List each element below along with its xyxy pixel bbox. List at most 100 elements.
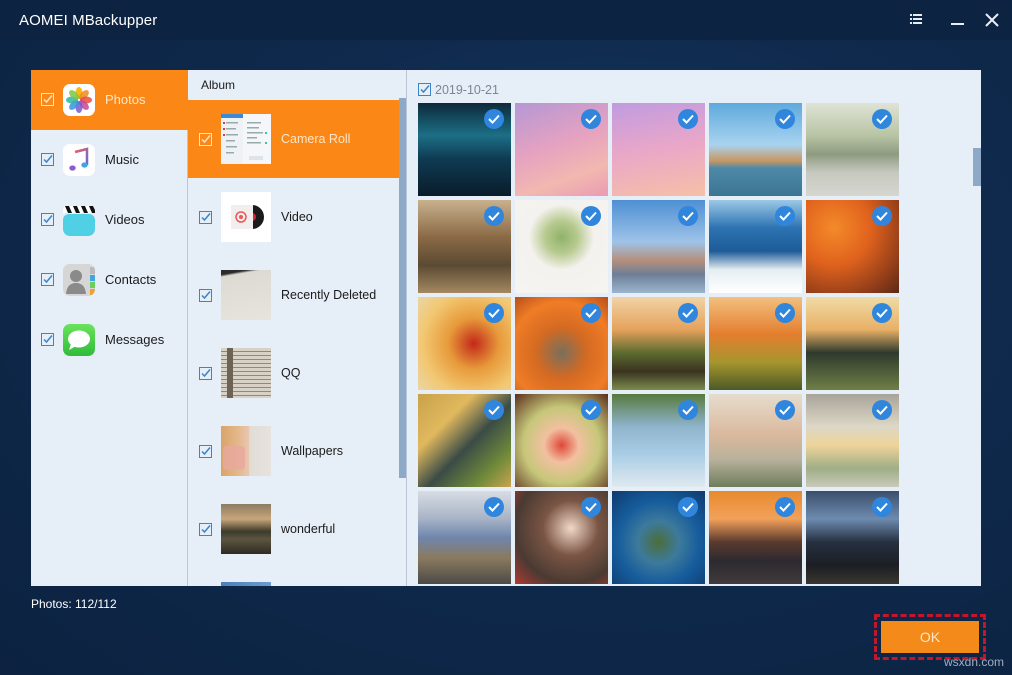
photo-thumbnail[interactable] <box>806 297 899 390</box>
photo-thumbnail[interactable] <box>515 297 608 390</box>
photo-thumbnail[interactable] <box>612 297 705 390</box>
photo-thumbnail[interactable] <box>515 200 608 293</box>
selected-check-icon[interactable] <box>678 303 698 323</box>
checkbox-checked-icon[interactable] <box>199 211 212 224</box>
menu-list-icon <box>910 14 922 24</box>
photo-thumbnail[interactable] <box>418 103 511 196</box>
title-bar: AOMEI MBackupper <box>0 0 1012 40</box>
category-label: Music <box>105 152 139 167</box>
album-item-wonderful[interactable]: wonderful <box>188 490 399 568</box>
photo-thumbnail[interactable] <box>612 491 705 584</box>
album-item-camera-roll[interactable]: Camera Roll <box>188 100 399 178</box>
photo-thumbnail[interactable] <box>709 394 802 487</box>
photo-scrollbar[interactable] <box>973 148 981 186</box>
album-scrollbar[interactable] <box>399 98 406 478</box>
album-item-recently-deleted[interactable]: Recently Deleted <box>188 256 399 334</box>
photo-thumbnail[interactable] <box>806 394 899 487</box>
checkbox-checked-icon[interactable] <box>199 289 212 302</box>
photo-thumbnail[interactable] <box>418 200 511 293</box>
category-item-contacts[interactable]: Contacts <box>31 250 188 310</box>
album-item-wallpapers[interactable]: Wallpapers <box>188 412 399 490</box>
category-item-music[interactable]: Music <box>31 130 188 190</box>
album-item-partial[interactable] <box>188 568 399 586</box>
selected-check-icon[interactable] <box>872 400 892 420</box>
ok-highlight: OK <box>874 614 986 660</box>
close-icon <box>985 13 999 27</box>
category-list: Photos Music Videos Contacts Messages <box>31 70 188 586</box>
selected-check-icon[interactable] <box>872 497 892 517</box>
photo-thumbnail[interactable] <box>418 297 511 390</box>
selected-check-icon[interactable] <box>775 497 795 517</box>
selection-panel: Photos Music Videos Contacts Messages Al… <box>31 70 981 586</box>
selected-check-icon[interactable] <box>581 400 601 420</box>
checkbox-checked-icon[interactable] <box>41 93 54 106</box>
checkbox-checked-icon[interactable] <box>41 153 54 166</box>
selected-check-icon[interactable] <box>775 109 795 129</box>
selected-check-icon[interactable] <box>872 206 892 226</box>
photo-thumbnail[interactable] <box>515 394 608 487</box>
photo-thumbnail[interactable] <box>806 200 899 293</box>
category-item-photos[interactable]: Photos <box>31 70 188 130</box>
photo-thumbnail[interactable] <box>806 103 899 196</box>
category-label: Contacts <box>105 272 157 287</box>
selected-check-icon[interactable] <box>581 497 601 517</box>
close-button[interactable] <box>980 8 1004 32</box>
checkbox-checked-icon[interactable] <box>41 213 54 226</box>
photo-thumbnail[interactable] <box>515 491 608 584</box>
photo-thumbnail[interactable] <box>418 394 511 487</box>
selected-check-icon[interactable] <box>775 206 795 226</box>
selected-check-icon[interactable] <box>581 303 601 323</box>
minimize-button[interactable] <box>946 8 970 32</box>
selected-check-icon[interactable] <box>484 206 504 226</box>
photo-thumbnail[interactable] <box>612 103 705 196</box>
checkbox-checked-icon[interactable] <box>199 133 212 146</box>
checkbox-checked-icon[interactable] <box>418 83 431 96</box>
selected-check-icon[interactable] <box>678 206 698 226</box>
ok-button[interactable]: OK <box>881 621 979 653</box>
date-label: 2019-10-21 <box>435 83 499 97</box>
selected-check-icon[interactable] <box>678 109 698 129</box>
album-thumbnail <box>221 270 271 320</box>
selected-check-icon[interactable] <box>484 109 504 129</box>
photo-thumbnail[interactable] <box>612 200 705 293</box>
album-label: Camera Roll <box>281 132 351 146</box>
photo-thumbnail[interactable] <box>612 394 705 487</box>
album-label: Video <box>281 210 313 224</box>
category-label: Photos <box>105 92 146 107</box>
checkbox-checked-icon[interactable] <box>41 333 54 346</box>
album-thumbnail <box>221 114 271 164</box>
minimize-icon <box>951 23 964 25</box>
checkbox-checked-icon[interactable] <box>199 523 212 536</box>
selected-check-icon[interactable] <box>872 303 892 323</box>
photo-thumbnail[interactable] <box>709 103 802 196</box>
photo-thumbnail[interactable] <box>418 491 511 584</box>
selected-check-icon[interactable] <box>581 206 601 226</box>
selected-check-icon[interactable] <box>484 303 504 323</box>
album-label: Recently Deleted <box>281 288 377 302</box>
album-thumbnail <box>221 348 271 398</box>
menu-button[interactable] <box>904 8 928 32</box>
selected-check-icon[interactable] <box>872 109 892 129</box>
contacts-icon <box>63 264 95 296</box>
album-item-video[interactable]: Video <box>188 178 399 256</box>
category-item-messages[interactable]: Messages <box>31 310 188 370</box>
selected-check-icon[interactable] <box>775 400 795 420</box>
photo-thumbnail[interactable] <box>709 200 802 293</box>
photo-thumbnail[interactable] <box>515 103 608 196</box>
checkbox-checked-icon[interactable] <box>41 273 54 286</box>
selected-check-icon[interactable] <box>581 109 601 129</box>
photo-thumbnail[interactable] <box>709 297 802 390</box>
selected-check-icon[interactable] <box>678 400 698 420</box>
category-item-videos[interactable]: Videos <box>31 190 188 250</box>
album-label: wonderful <box>281 522 336 536</box>
selected-check-icon[interactable] <box>678 497 698 517</box>
selected-check-icon[interactable] <box>775 303 795 323</box>
selected-check-icon[interactable] <box>484 497 504 517</box>
photo-grid <box>418 103 902 586</box>
photo-thumbnail[interactable] <box>709 491 802 584</box>
checkbox-checked-icon[interactable] <box>199 445 212 458</box>
photo-thumbnail[interactable] <box>806 491 899 584</box>
album-item-qq[interactable]: QQ <box>188 334 399 412</box>
selected-check-icon[interactable] <box>484 400 504 420</box>
checkbox-checked-icon[interactable] <box>199 367 212 380</box>
